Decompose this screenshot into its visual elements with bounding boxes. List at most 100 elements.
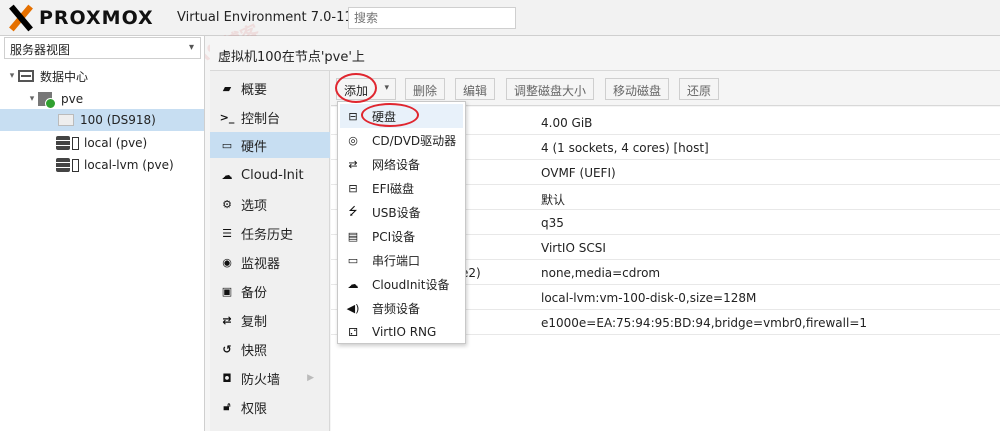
row-value: 默认 — [541, 193, 566, 207]
row-value: q35 — [541, 216, 564, 230]
nav-item-label: 控制台 — [241, 111, 281, 127]
nav-item-console[interactable]: >_ 控制台 — [210, 104, 330, 130]
resize-disk-button[interactable]: 调整磁盘大小 — [506, 78, 595, 100]
nav-item-task-history[interactable]: ☰ 任务历史 — [210, 220, 330, 246]
menu-item-label: USB设备 — [372, 205, 421, 220]
nav-item-firewall[interactable]: ◘ 防火墙 ▶ — [210, 365, 330, 391]
tree-item-node-pve[interactable]: ▾ pve — [0, 88, 204, 110]
tree-item-datacenter[interactable]: ▾ 数据中心 — [0, 65, 204, 87]
nav-item-snapshots[interactable]: ↺ 快照 — [210, 336, 330, 362]
menu-item-label: CD/DVD驱动器 — [372, 133, 457, 148]
tree-item-vm-100[interactable]: 100 (DS918) — [0, 109, 204, 131]
cloud-icon: ☁ — [221, 168, 233, 182]
shield-icon: ◘ — [222, 371, 232, 385]
chevron-down-icon: ▾ — [384, 83, 389, 93]
menu-item-usb[interactable]: ⭍ USB设备 — [340, 200, 463, 224]
cloud-icon: ☁ — [347, 277, 359, 291]
menu-item-label: CloudInit设备 — [372, 277, 450, 292]
row-value: none,media=cdrom — [541, 266, 661, 280]
menu-item-serial[interactable]: ▭ 串行端口 — [340, 248, 463, 272]
nav-item-label: 快照 — [241, 343, 268, 359]
tree-item-label: pve — [61, 92, 84, 106]
retweet-icon: ⇄ — [222, 313, 232, 327]
nav-item-summary[interactable]: ▰ 概要 — [210, 75, 330, 101]
dice-icon: ⚁ — [348, 325, 358, 339]
collapse-toggle-icon[interactable]: ▾ — [26, 94, 38, 104]
row-value: 4.00 GiB — [541, 116, 593, 130]
menu-item-label: EFI磁盘 — [372, 181, 415, 196]
hdd-icon: ⊟ — [348, 181, 358, 195]
nav-item-label: 任务历史 — [241, 227, 294, 243]
menu-item-label: 网络设备 — [372, 157, 421, 172]
vm-icon — [58, 114, 74, 126]
nav-item-monitor[interactable]: ◉ 监视器 — [210, 249, 330, 275]
menu-item-cdrom[interactable]: ◎ CD/DVD驱动器 — [340, 128, 463, 152]
search-input[interactable] — [348, 7, 516, 29]
panel-title: 虚拟机100在节点'pve'上 — [210, 36, 1000, 71]
gear-icon: ⚙ — [222, 197, 232, 211]
tree-item-label: local-lvm (pve) — [84, 158, 174, 172]
logo-text: PROXMOX — [39, 7, 154, 29]
nav-item-backup[interactable]: ▣ 备份 — [210, 278, 330, 304]
proxmox-logo[interactable]: PROXMOX — [6, 4, 154, 32]
menu-item-label: VirtIO RNG — [372, 325, 437, 339]
view-selector[interactable]: 服务器视图 ▾ — [4, 37, 201, 59]
tree-item-storage-local[interactable]: local (pve) — [0, 132, 204, 154]
product-version: Virtual Environment 7.0-11 — [177, 10, 353, 25]
exchange-icon: ⇄ — [348, 157, 358, 171]
tree-item-label: 100 (DS918) — [80, 113, 156, 127]
cdrom-icon: ◎ — [348, 133, 358, 147]
collapse-toggle-icon[interactable]: ▾ — [6, 71, 18, 81]
nav-item-label: 防火墙 — [241, 372, 281, 388]
edit-button[interactable]: 编辑 — [455, 78, 496, 100]
unlock-icon: 🔓︎ — [223, 400, 231, 413]
add-hardware-menu: ⊟ 硬盘 ◎ CD/DVD驱动器 ⇄ 网络设备 ⊟ EFI磁盘 ⭍ USB设备 … — [337, 101, 466, 344]
chevron-down-icon: ▾ — [188, 42, 194, 53]
nav-item-hardware[interactable]: ▭ 硬件 — [210, 132, 330, 158]
menu-item-cloudinit[interactable]: ☁ CloudInit设备 — [340, 272, 463, 296]
nav-item-label: 监视器 — [241, 256, 281, 272]
menu-item-label: 硬盘 — [372, 109, 397, 124]
nav-item-permissions[interactable]: 🔓︎ 权限 — [210, 394, 330, 420]
remove-button[interactable]: 删除 — [405, 78, 446, 100]
nav-item-label: 复制 — [241, 314, 268, 330]
book-icon: ▰ — [222, 81, 232, 95]
nav-item-cloud-init[interactable]: ☁ Cloud-Init — [210, 162, 330, 188]
floppy-icon: ▣ — [221, 284, 233, 298]
menu-item-network[interactable]: ⇄ 网络设备 — [340, 152, 463, 176]
menu-item-label: 串行端口 — [372, 253, 421, 268]
row-value: VirtIO SCSI — [541, 241, 606, 255]
tree-item-storage-local-lvm[interactable]: local-lvm (pve) — [0, 154, 204, 176]
nav-item-replication[interactable]: ⇄ 复制 — [210, 307, 330, 333]
nav-item-label: 备份 — [241, 285, 268, 301]
move-disk-button[interactable]: 移动磁盘 — [605, 78, 670, 100]
storage-icon — [56, 158, 70, 172]
storage-device-icon — [72, 136, 79, 150]
nav-item-label: 概要 — [241, 82, 268, 98]
serial-icon: ▭ — [347, 253, 359, 267]
row-value: local-lvm:vm-100-disk-0,size=128M — [541, 291, 757, 305]
menu-item-label: 音频设备 — [372, 301, 421, 316]
menu-item-virtio-rng[interactable]: ⚁ VirtIO RNG — [340, 320, 463, 344]
eye-icon: ◉ — [222, 255, 232, 269]
nav-item-label: 选项 — [241, 198, 268, 214]
menu-item-pci[interactable]: ▤ PCI设备 — [340, 224, 463, 248]
menu-item-audio[interactable]: ◀) 音频设备 — [340, 296, 463, 320]
nav-item-label: 权限 — [241, 401, 268, 417]
expand-arrow-icon: ▶ — [307, 373, 314, 383]
menu-item-efi-disk[interactable]: ⊟ EFI磁盘 — [340, 176, 463, 200]
volume-icon: ◀) — [346, 301, 360, 315]
nav-item-options[interactable]: ⚙ 选项 — [210, 191, 330, 217]
row-value: 4 (1 sockets, 4 cores) [host] — [541, 141, 709, 155]
top-header: PROXMOX Virtual Environment 7.0-11 — [0, 0, 1000, 36]
proxmox-x-icon — [6, 4, 36, 32]
vm-config-nav: ▰ 概要 >_ 控制台 ▭ 硬件 ☁ Cloud-Init ⚙ 选项 ☰ 任务历… — [210, 71, 330, 431]
menu-item-hard-disk[interactable]: ⊟ 硬盘 — [340, 104, 463, 128]
storage-device-icon — [72, 158, 79, 172]
revert-button[interactable]: 还原 — [679, 78, 720, 100]
monitor-icon: ▭ — [221, 138, 233, 152]
view-selector-label: 服务器视图 — [10, 43, 71, 57]
menu-item-label: PCI设备 — [372, 229, 416, 244]
tree-item-label: 数据中心 — [40, 69, 89, 84]
add-button[interactable]: 添加 ▾ — [336, 78, 396, 100]
